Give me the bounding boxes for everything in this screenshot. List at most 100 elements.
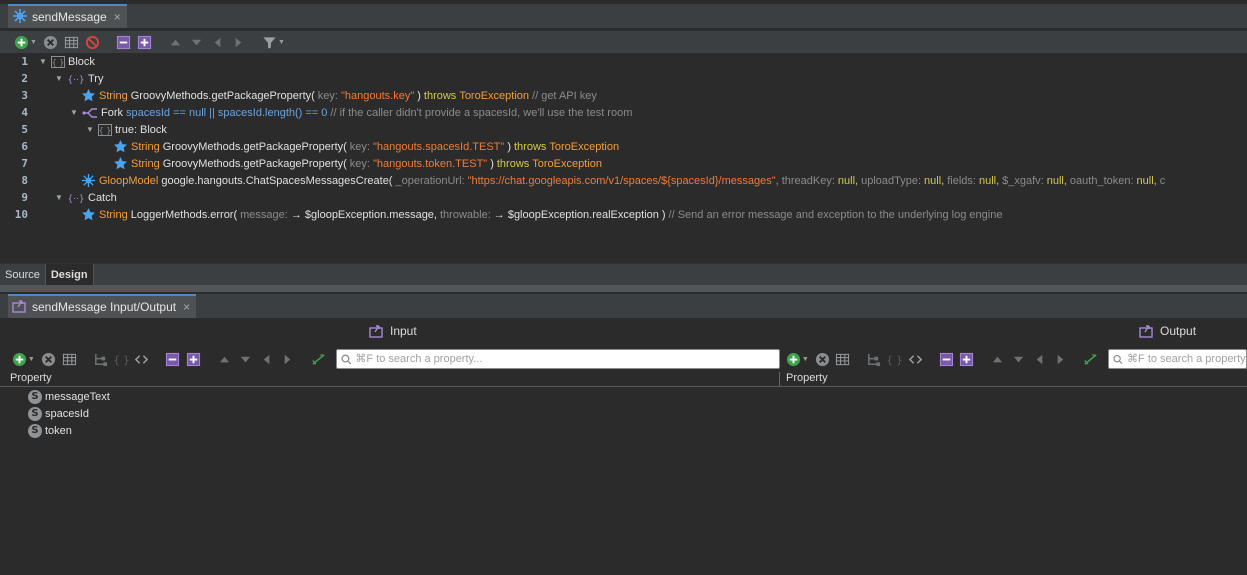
delete-property-button[interactable]: [813, 350, 832, 369]
hierarchy-button[interactable]: [91, 350, 110, 369]
table-view-button[interactable]: [60, 350, 79, 369]
input-toolbar: ▼ { }: [10, 347, 780, 371]
collapse-all-button[interactable]: [114, 33, 133, 52]
tab-sendmessage[interactable]: sendMessage ×: [8, 4, 127, 28]
tab-design[interactable]: Design: [44, 264, 94, 285]
tab-sendmessage-io[interactable]: sendMessage Input/Output ×: [8, 294, 197, 318]
move-right-button[interactable]: [229, 33, 248, 52]
star-icon: [82, 207, 95, 221]
map-button[interactable]: [1081, 350, 1100, 369]
expand-triangle-icon[interactable]: ▼: [85, 125, 95, 134]
expand-icon: [187, 352, 201, 366]
code-line[interactable]: 8 GloopModel google.hangouts.ChatSpacesM…: [0, 172, 1247, 189]
code-line[interactable]: 10 String LoggerMethods.error( message: …: [0, 206, 1247, 223]
expand-all-button[interactable]: [957, 350, 976, 369]
code-line[interactable]: 7 String GroovyMethods.getPackagePropert…: [0, 155, 1247, 172]
list-item[interactable]: S spacesId: [28, 405, 110, 422]
map-icon: [1084, 353, 1097, 365]
expand-all-button[interactable]: [135, 33, 154, 52]
chevron-down-icon[interactable]: ▼: [30, 39, 37, 46]
input-property-header: Property: [0, 372, 779, 387]
io-tabstrip: sendMessage Input/Output ×: [0, 294, 1247, 319]
arrow-left-icon: [214, 37, 221, 47]
move-up-button[interactable]: [988, 350, 1007, 369]
expand-triangle-icon[interactable]: ▼: [38, 57, 48, 66]
add-property-button[interactable]: [10, 350, 29, 369]
arrow-down-icon: [191, 39, 202, 45]
code-line[interactable]: 5 ▼ { } true: Block: [0, 121, 1247, 138]
hierarchy-button[interactable]: [864, 350, 883, 369]
close-icon[interactable]: ×: [183, 300, 190, 314]
code-line[interactable]: 4 ▼ Fork spacesId == null || spacesId.le…: [0, 104, 1247, 121]
filter-button[interactable]: [260, 33, 279, 52]
add-step-button[interactable]: [12, 33, 31, 52]
svg-text:{··}: {··}: [67, 194, 84, 204]
table-icon: [836, 353, 850, 365]
expand-triangle-icon[interactable]: ▼: [69, 108, 79, 117]
catch-icon: {··}: [67, 194, 84, 204]
move-right-button[interactable]: [1051, 350, 1070, 369]
expand-all-button[interactable]: [184, 350, 203, 369]
collapse-all-button[interactable]: [163, 350, 182, 369]
move-left-button[interactable]: [1030, 350, 1049, 369]
table-view-button[interactable]: [834, 350, 853, 369]
list-item[interactable]: S messageText: [28, 388, 110, 405]
chevron-down-icon[interactable]: ▼: [28, 356, 35, 363]
collapse-icon: [166, 352, 180, 366]
close-icon[interactable]: ×: [114, 10, 121, 24]
line-number: 7: [21, 157, 28, 170]
output-search-input[interactable]: [1127, 353, 1246, 365]
arrow-left-icon: [263, 354, 270, 364]
collapse-icon: [939, 352, 953, 366]
move-down-button[interactable]: [236, 350, 255, 369]
move-up-button[interactable]: [215, 350, 234, 369]
output-toolbar: ▼ { }: [784, 347, 1247, 371]
panel-splitter[interactable]: [0, 285, 1247, 292]
move-down-button[interactable]: [1009, 350, 1028, 369]
output-search-field[interactable]: [1108, 349, 1247, 369]
line-number: 4: [21, 106, 28, 119]
move-left-button[interactable]: [257, 350, 276, 369]
delete-step-button[interactable]: [41, 33, 60, 52]
plus-icon: [786, 352, 800, 366]
list-item[interactable]: S token: [28, 422, 110, 439]
add-property-button[interactable]: [784, 350, 803, 369]
line-number: 1: [21, 55, 28, 68]
input-search-input[interactable]: [355, 353, 779, 365]
tab-source[interactable]: Source: [0, 264, 45, 285]
property-name: spacesId: [45, 407, 90, 420]
code-line[interactable]: 3 String GroovyMethods.getPackagePropert…: [0, 87, 1247, 104]
map-button[interactable]: [309, 350, 328, 369]
input-search-field[interactable]: [335, 349, 780, 369]
svg-text:{ }: { }: [887, 354, 902, 366]
line-number: 6: [21, 140, 28, 153]
tab-label: sendMessage Input/Output: [32, 300, 177, 314]
code-line[interactable]: 1 ▼ { } Block: [0, 53, 1247, 70]
remove-icon: [43, 35, 57, 49]
move-up-button[interactable]: [166, 33, 185, 52]
move-down-button[interactable]: [187, 33, 206, 52]
disable-step-button[interactable]: [83, 33, 102, 52]
code-line[interactable]: 2 ▼ {··} Try: [0, 70, 1247, 87]
hierarchy-icon: [94, 353, 107, 366]
input-icon: [369, 325, 383, 338]
move-left-button[interactable]: [208, 33, 227, 52]
expand-triangle-icon[interactable]: ▼: [54, 74, 64, 83]
chevron-down-icon[interactable]: ▼: [802, 356, 809, 363]
braces-button[interactable]: { }: [112, 350, 131, 369]
expand-icon: [137, 35, 151, 49]
expand-triangle-icon[interactable]: ▼: [54, 193, 64, 202]
code-button[interactable]: [133, 350, 152, 369]
collapse-all-button[interactable]: [937, 350, 956, 369]
arrow-down-icon: [1013, 356, 1024, 362]
gloop-model-icon: [81, 173, 96, 188]
output-property-header: Property: [776, 372, 1247, 387]
table-view-button[interactable]: [62, 33, 81, 52]
code-line[interactable]: 9 ▼ {··} Catch: [0, 189, 1247, 206]
code-button[interactable]: [906, 350, 925, 369]
braces-button[interactable]: { }: [885, 350, 904, 369]
chevron-down-icon[interactable]: ▼: [278, 39, 285, 46]
move-right-button[interactable]: [278, 350, 297, 369]
code-line[interactable]: 6 String GroovyMethods.getPackagePropert…: [0, 138, 1247, 155]
delete-property-button[interactable]: [39, 350, 58, 369]
